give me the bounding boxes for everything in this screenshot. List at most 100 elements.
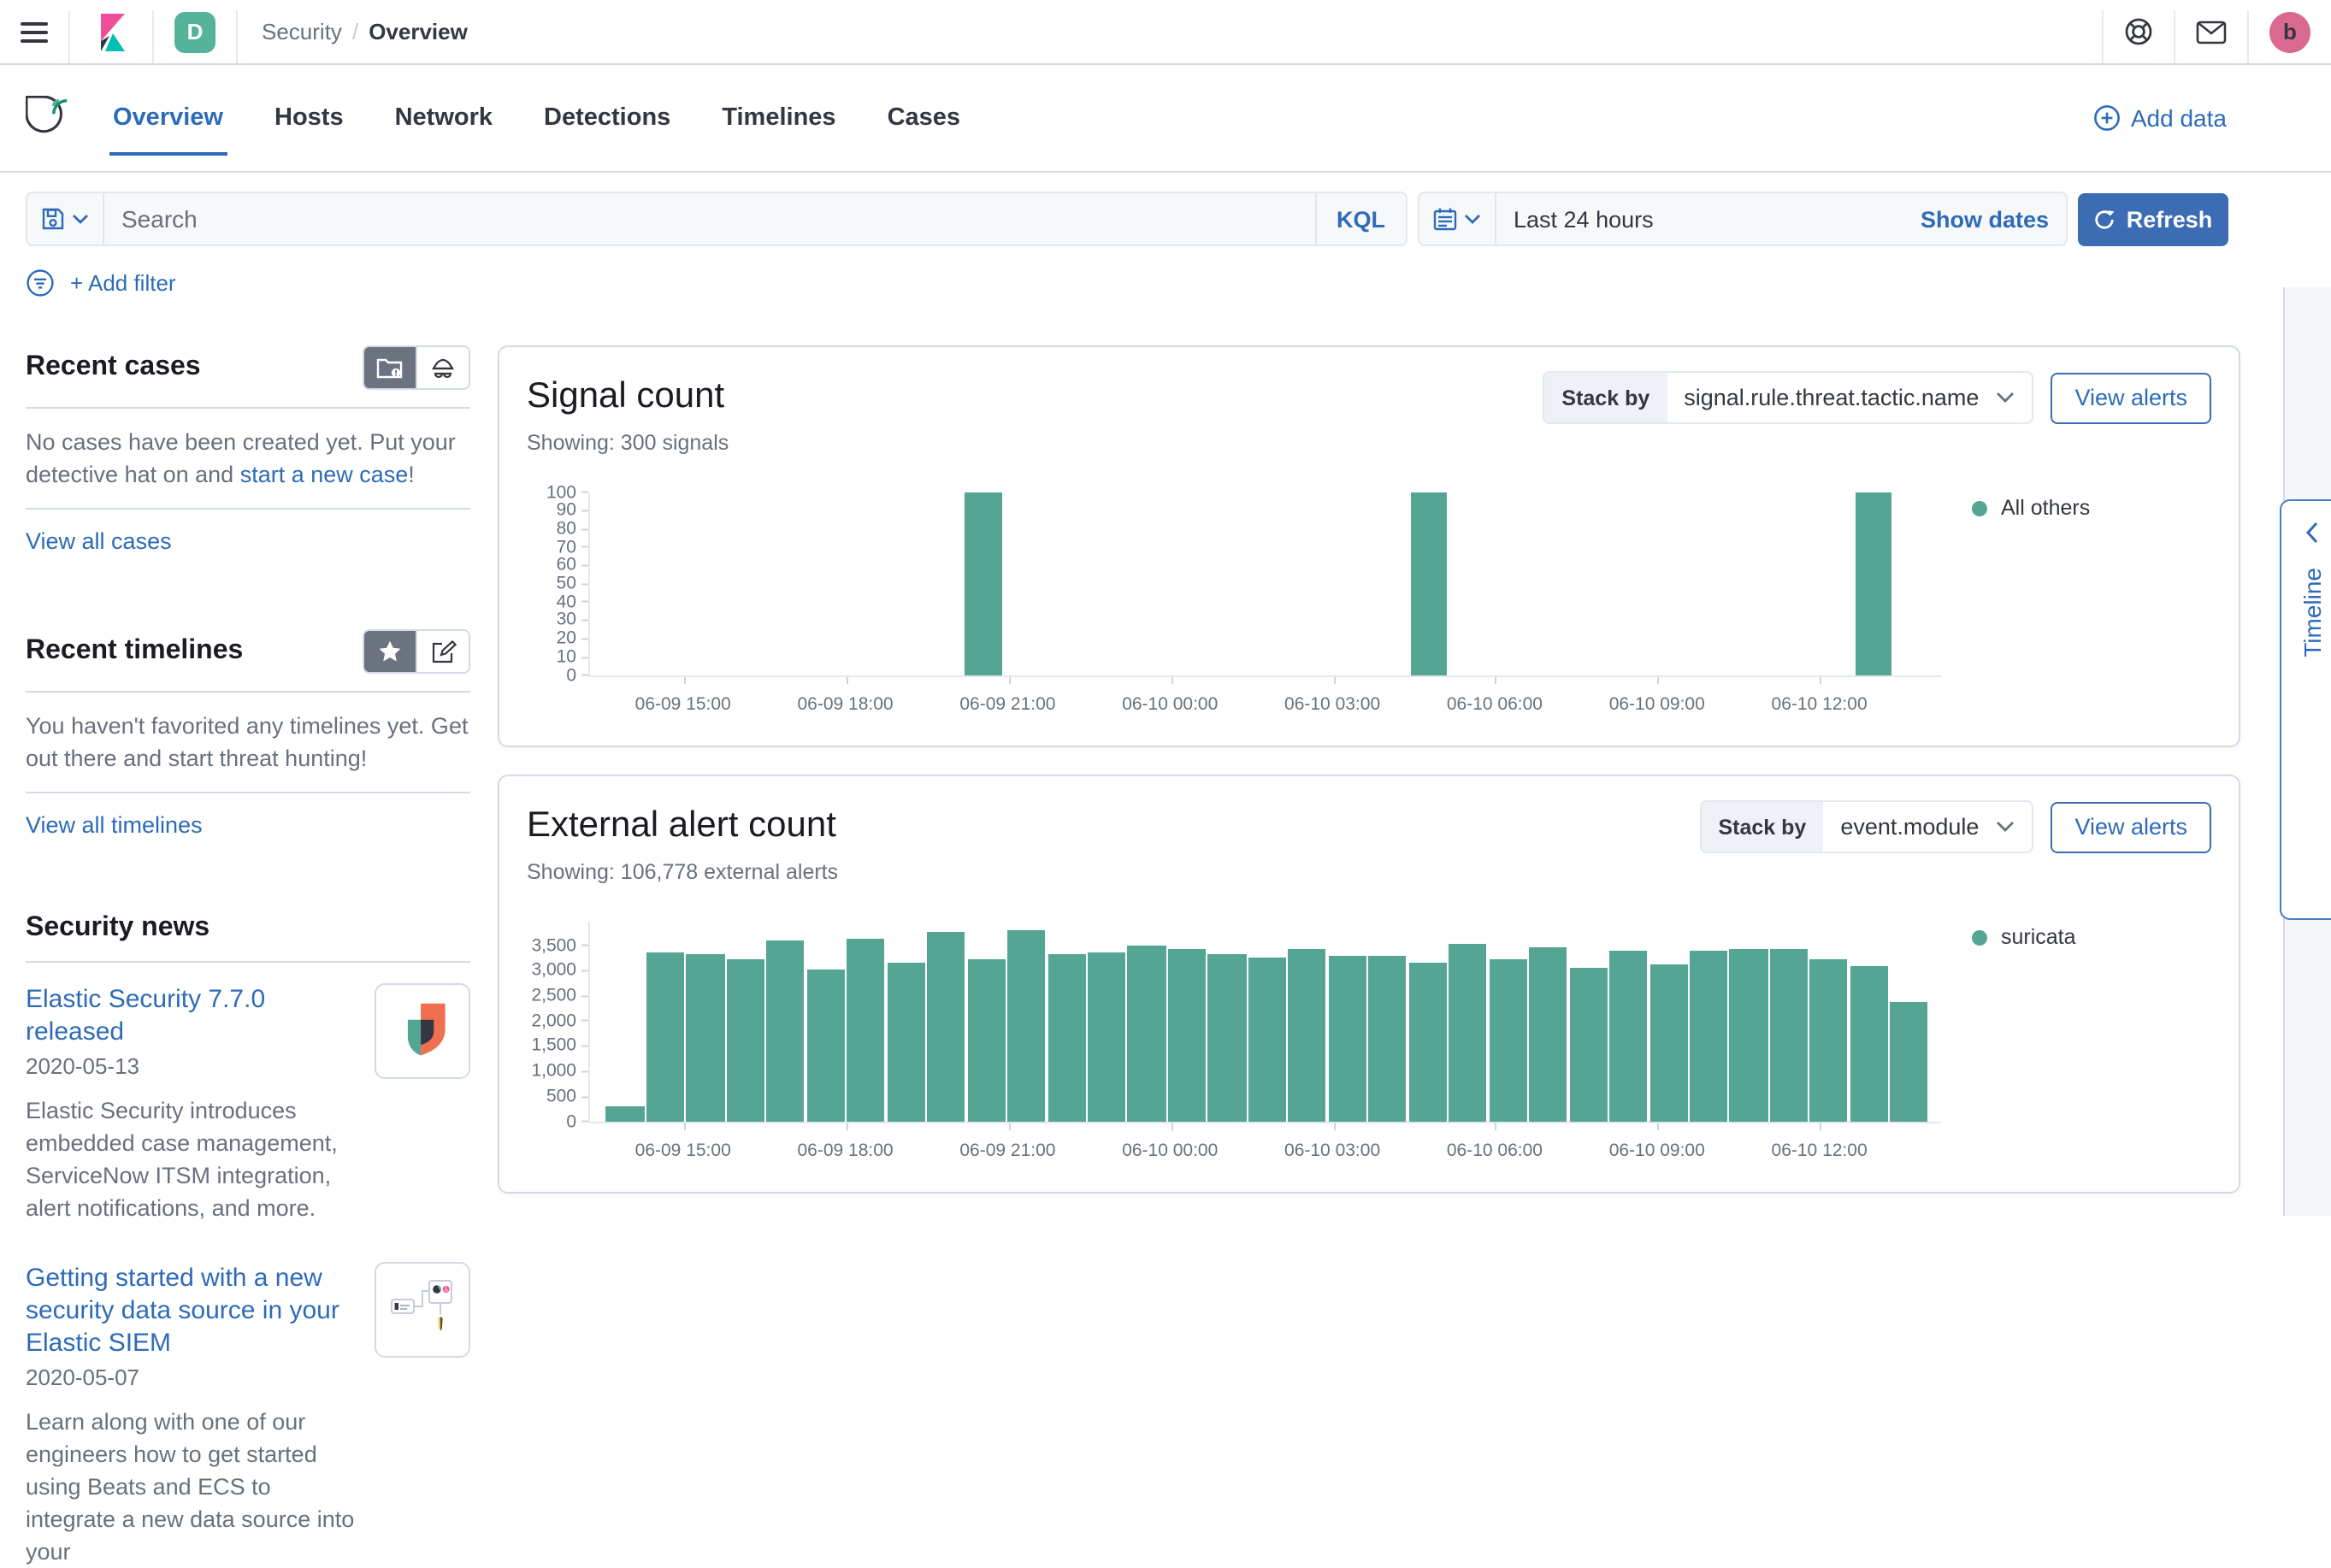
refresh-icon [2094,208,2116,230]
x-tick-label: 06-10 00:00 [1122,694,1219,715]
tab-detections[interactable]: Detections [540,80,674,156]
tab-timelines[interactable]: Timelines [718,80,839,156]
chart-bar [1649,964,1688,1122]
top-chrome-bar: D Security / Overview b [0,0,2331,65]
refresh-button[interactable]: Refresh [2078,192,2228,245]
stack-by-label: Stack by [1701,802,1824,852]
y-tick-label: 2,000 [531,1012,588,1030]
recent-timelines-filter-toggle [363,629,470,674]
chart-bar [1529,946,1567,1122]
chart-legend[interactable]: All others [1941,496,2211,520]
y-axis: 0 10 20 30 40 50 60 70 80 90 100 [527,483,588,684]
timeline-toggle-button[interactable]: Timeline [2280,499,2331,920]
overview-content: Recent cases No cases have been created … [0,345,2331,1568]
edit-icon [430,639,456,664]
y-tick-label: 500 [546,1088,588,1105]
tab-overview[interactable]: Overview [109,80,227,156]
help-button[interactable] [2104,0,2174,63]
news-article-description: Learn along with one of our engineers ho… [26,1409,355,1565]
start-new-case-link[interactable]: start a new case [240,462,409,487]
news-article: Getting started with a new security data… [26,1262,470,1568]
view-alerts-button[interactable]: View alerts [2051,801,2211,852]
mail-icon [2196,20,2227,44]
news-article-date: 2020-05-07 [26,1365,139,1390]
kql-language-button[interactable]: KQL [1314,193,1406,245]
external-alert-count-panel: External alert count Showing: 106,778 ex… [498,775,2240,1194]
add-data-label: Add data [2130,104,2227,132]
news-article-date: 2020-05-13 [26,1053,139,1079]
x-tick-label: 06-10 06:00 [1446,1141,1543,1161]
show-dates-button[interactable]: Show dates [1921,206,2066,232]
news-article-description: Elastic Security introduces embedded cas… [26,1098,338,1221]
chart-bar [1248,957,1286,1122]
tab-network[interactable]: Network [392,80,496,156]
x-tick-label: 06-10 06:00 [1446,694,1543,715]
recently-created-cases-toggle[interactable] [364,347,416,388]
news-article-title-link[interactable]: Getting started with a new security data… [26,1264,339,1358]
user-menu-button[interactable]: b [2249,0,2331,63]
recently-reported-cases-toggle[interactable] [416,347,469,388]
view-alerts-button[interactable]: View alerts [2051,372,2211,423]
add-data-link[interactable]: Add data [2093,104,2227,132]
chart-bar [1729,949,1768,1122]
y-tick-label: 30 [557,611,588,629]
security-tabs: Overview Hosts Network Detections Timeli… [109,80,964,156]
y-tick-label: 40 [557,593,588,611]
sidebar: Recent cases No cases have been created … [26,345,470,1568]
y-tick-label: 1,500 [531,1037,588,1055]
user-avatar: b [2269,11,2310,52]
stack-by-select[interactable]: event.module [1823,802,2032,852]
chart-bar [726,959,764,1122]
data-source-diagram-icon [388,1276,457,1344]
newsfeed-button[interactable] [2175,0,2247,63]
plot-area[interactable] [588,922,1941,1130]
chart-bar [1855,492,1892,675]
chart-bar [1368,956,1407,1122]
chart-bar [1489,959,1527,1122]
chart-bar [887,963,925,1122]
news-article: Elastic Security 7.7.0 released 2020-05-… [26,983,470,1224]
chart-legend[interactable]: suricata [1941,925,2211,949]
menu-button[interactable] [0,0,68,63]
y-tick-label: 0 [566,666,588,685]
legend-color-dot [1972,929,1987,945]
y-tick-label: 70 [557,539,588,557]
tab-hosts[interactable]: Hosts [271,80,347,156]
news-article-title-link[interactable]: Elastic Security 7.7.0 released [26,985,265,1046]
last-updated-timelines-toggle[interactable] [416,631,469,672]
view-all-cases-link[interactable]: View all cases [26,528,172,554]
chart-bar [806,969,845,1122]
news-article-thumbnail[interactable] [375,1262,470,1358]
breadcrumb-current: Overview [369,19,468,44]
kibana-logo-icon [91,11,132,52]
signal-count-subtitle: Showing: 300 signals [527,431,729,455]
kibana-home-button[interactable] [70,0,152,63]
calendar-icon [1433,207,1457,231]
space-selector[interactable]: D [154,0,236,63]
plus-in-circle-icon [2093,104,2121,132]
external-alert-count-title: External alert count [527,805,836,845]
favorited-timelines-toggle[interactable] [364,631,416,672]
x-tick-label: 06-10 00:00 [1122,1141,1219,1161]
plot-area[interactable] [588,492,1941,684]
stack-by-select[interactable]: signal.rule.threat.tactic.name [1667,373,2032,422]
chart-bar [965,492,1002,675]
search-input[interactable]: Search [104,205,1314,233]
tab-cases[interactable]: Cases [884,80,964,156]
time-range-value[interactable]: Last 24 hours [1496,206,1654,232]
breadcrumb-security[interactable]: Security [262,19,342,44]
header-actions: b [2102,0,2331,63]
add-filter-button[interactable]: + Add filter [70,270,176,296]
x-tick-label: 06-09 18:00 [797,1141,894,1161]
view-all-timelines-link[interactable]: View all timelines [26,812,203,838]
filter-icon[interactable] [26,268,55,298]
date-picker: Last 24 hours Show dates [1418,192,2068,246]
quick-select-menu-button[interactable] [1419,193,1496,245]
signal-count-chart: 0 10 20 30 40 50 60 70 80 90 100 06-09 15:00 06-09 … [527,483,1941,722]
siem-app-icon [26,95,72,141]
save-icon [41,207,65,231]
chart-bar [1809,958,1848,1122]
saved-query-menu-button[interactable] [27,193,104,245]
recent-cases-empty-text: No cases have been created yet. Put your… [26,429,456,487]
news-article-thumbnail[interactable] [375,983,470,1079]
